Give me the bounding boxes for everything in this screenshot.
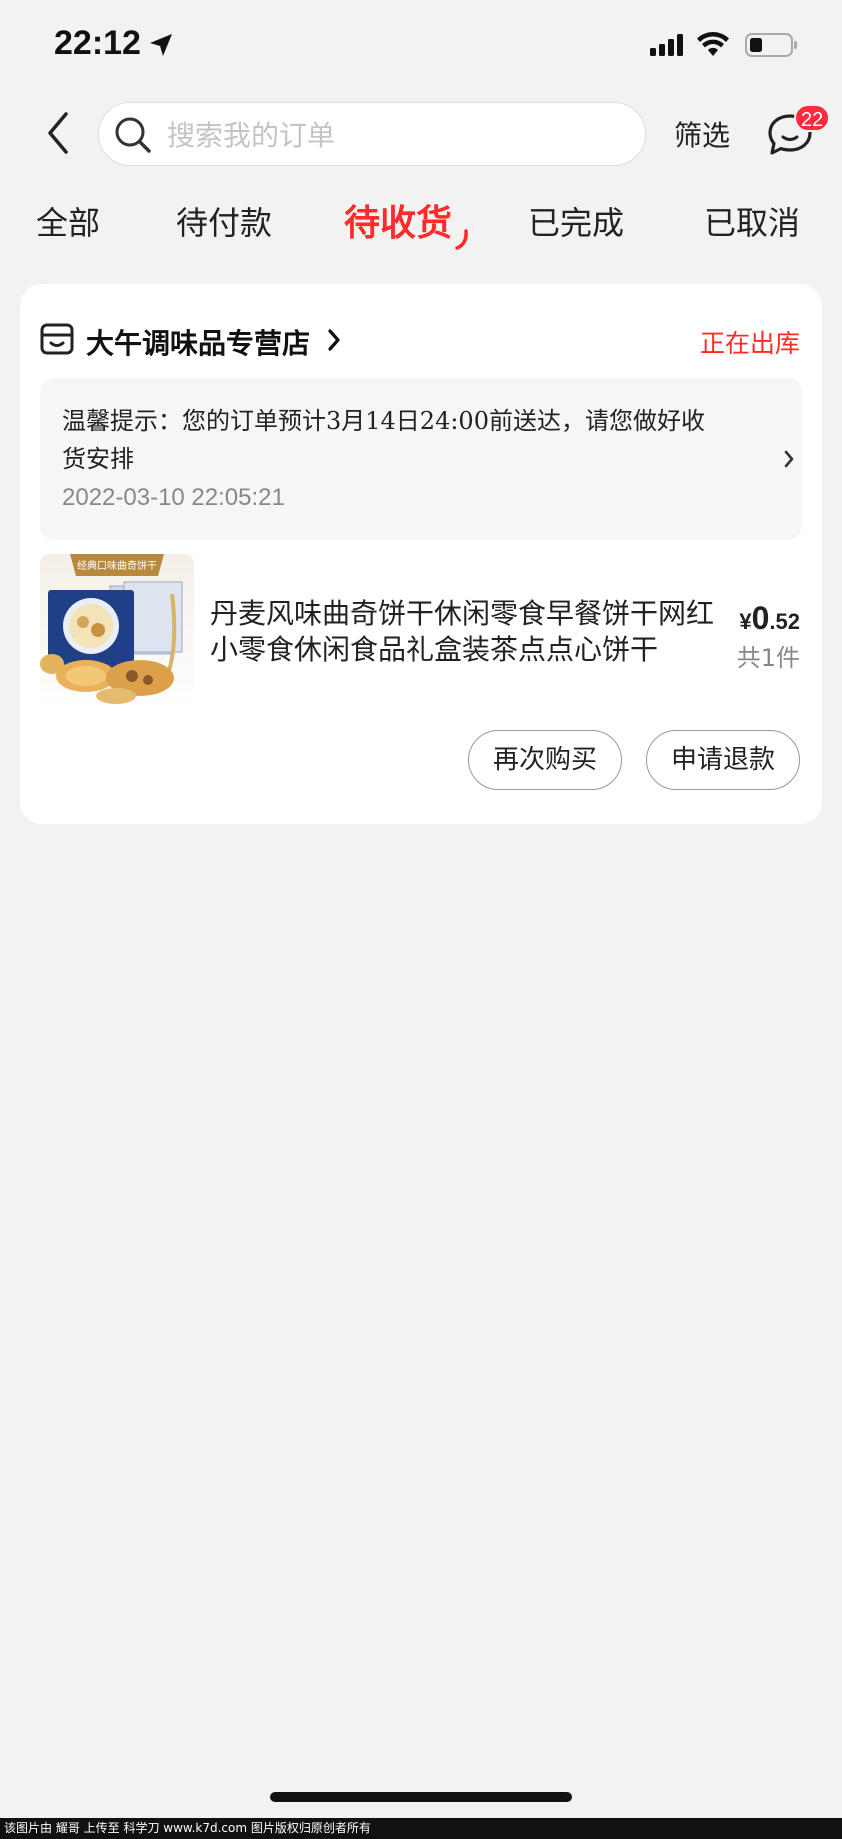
chevron-right-icon[interactable] bbox=[326, 328, 342, 352]
order-timestamp: 2022-03-10 22:05:21 bbox=[62, 484, 285, 511]
tab-all[interactable]: 全部 bbox=[36, 198, 100, 244]
product-price: ¥0.52 bbox=[739, 600, 800, 637]
battery-icon bbox=[745, 33, 797, 57]
shop-icon bbox=[40, 323, 74, 355]
delivery-notice-text: 温馨提示：您的订单预计3月14日24:00前送达，请您做好收货安排 bbox=[62, 407, 705, 473]
wifi-icon bbox=[697, 32, 729, 56]
filter-button[interactable]: 筛选 bbox=[674, 114, 730, 154]
order-card[interactable]: 大午调味品专营店 正在出库 温馨提示：您的订单预计3月14日24:00前送达，请… bbox=[20, 284, 822, 824]
delivery-notice[interactable]: 温馨提示：您的订单预计3月14日24:00前送达，请您做好收货安排 2022-0… bbox=[40, 378, 802, 540]
cellular-signal-icon bbox=[650, 34, 683, 56]
tab-pending-receipt[interactable]: 待收货 bbox=[344, 194, 452, 246]
product-image[interactable]: 经典口味曲奇饼干 bbox=[40, 554, 194, 708]
product-quantity: 共1件 bbox=[736, 644, 800, 672]
order-status: 正在出库 bbox=[699, 329, 800, 358]
price-currency: ¥ bbox=[739, 609, 752, 634]
search-box[interactable] bbox=[98, 102, 646, 166]
cookie-box-image: 经典口味曲奇饼干 bbox=[40, 554, 194, 708]
tab-cancelled[interactable]: 已取消 bbox=[704, 198, 800, 244]
tab-pending-payment[interactable]: 待付款 bbox=[176, 198, 272, 244]
home-indicator[interactable] bbox=[270, 1792, 572, 1802]
rebuy-button[interactable]: 再次购买 bbox=[468, 730, 622, 790]
watermark-footer: 该图片由 耀哥 上传至 科学刀 www.k7d.com 图片版权归原创者所有 bbox=[0, 1818, 842, 1839]
tab-completed[interactable]: 已完成 bbox=[528, 198, 624, 244]
order-tabs: 全部 待付款 待收货 已完成 已取消 bbox=[0, 190, 842, 260]
svg-text:经典口味曲奇饼干: 经典口味曲奇饼干 bbox=[77, 559, 157, 572]
status-time: 22:12 bbox=[54, 24, 141, 62]
location-arrow-icon bbox=[150, 34, 172, 56]
active-tab-indicator bbox=[455, 229, 468, 250]
order-list-page: 22:12 筛选 22 全部 待付款 待收货 bbox=[0, 0, 842, 1839]
back-button[interactable] bbox=[40, 108, 76, 158]
search-input[interactable] bbox=[165, 113, 629, 157]
search-icon bbox=[115, 117, 151, 153]
price-integer: 0 bbox=[751, 600, 770, 636]
message-badge: 22 bbox=[794, 104, 831, 132]
refund-button[interactable]: 申请退款 bbox=[646, 730, 800, 790]
chevron-right-icon bbox=[784, 450, 794, 468]
price-decimal: .52 bbox=[769, 609, 800, 634]
product-title[interactable]: 丹麦风味曲奇饼干休闲零食早餐饼干网红小零食休闲食品礼盒装茶点点心饼干 bbox=[210, 596, 730, 668]
shop-name[interactable]: 大午调味品专营店 bbox=[86, 322, 310, 362]
